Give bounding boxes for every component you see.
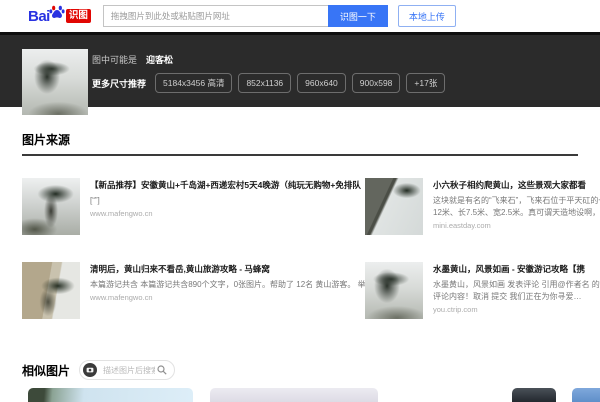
source-result: 小六秋子相约爬黄山，这些景观大家都看 这块就是有名的“飞来石”，飞来石位于平天矼… xyxy=(365,178,600,235)
size-option-button[interactable]: +17张 xyxy=(406,73,445,93)
result-title[interactable]: 【新品推荐】安徽黄山+千岛湖+西递宏村5天4晚游（纯玩无购物+免排队 xyxy=(90,180,365,191)
result-snippet: 这块就是有名的“飞来石”，飞来石位于平天矼的一 xyxy=(433,195,600,207)
size-option-button[interactable]: 5184x3456 高清 xyxy=(155,73,232,93)
result-body: 水墨黄山，风景如画 - 安徽游记攻略【携 水墨黄山，风景如画 发表评论 引用@作… xyxy=(433,262,600,319)
source-results-grid: 【新品推荐】安徽黄山+千岛湖+西递宏村5天4晚游（纯玩无购物+免排队 [“”] … xyxy=(22,178,600,319)
result-url: www.mafengwo.cn xyxy=(90,208,365,220)
result-title[interactable]: 水墨黄山，风景如画 - 安徽游记攻略【携 xyxy=(433,264,600,275)
result-url: you.ctrip.com xyxy=(433,304,600,316)
sources-divider xyxy=(22,154,578,156)
similar-search-input[interactable] xyxy=(101,365,157,376)
result-title[interactable]: 清明后，黄山归来不看岳,黄山旅游攻略 - 马蜂窝 xyxy=(90,264,365,275)
local-upload-button[interactable]: 本地上传 xyxy=(398,5,456,27)
result-title[interactable]: 小六秋子相约爬黄山，这些景观大家都看 xyxy=(433,180,600,191)
sizes-row: 更多尺寸推荐 5184x3456 高清 852x1136 960x640 900… xyxy=(92,73,451,93)
logo-bai-text: Bai xyxy=(28,8,50,25)
camera-icon[interactable] xyxy=(83,363,97,377)
guess-row: 图中可能是迎客松 xyxy=(92,53,173,66)
result-snippet: 本篇游记共含 本篇游记共含890个文字，0张图片。帮助了 12名 黄山游客。 举… xyxy=(90,279,365,291)
result-thumbnail[interactable] xyxy=(22,178,80,235)
top-header: Bai 识图 识图一下 本地上传 xyxy=(0,0,600,32)
size-option-button[interactable]: 900x598 xyxy=(352,73,401,93)
recognition-banner: 图中可能是迎客松 更多尺寸推荐 5184x3456 高清 852x1136 96… xyxy=(0,32,600,107)
result-thumbnail[interactable] xyxy=(365,178,423,235)
result-thumbnail[interactable] xyxy=(365,262,423,319)
search-submit-button[interactable]: 识图一下 xyxy=(328,5,388,27)
similar-search-box[interactable] xyxy=(79,360,175,380)
result-body: 小六秋子相约爬黄山，这些景观大家都看 这块就是有名的“飞来石”，飞来石位于平天矼… xyxy=(433,178,600,235)
result-thumbnail[interactable] xyxy=(22,262,80,319)
sources-section-title: 图片来源 xyxy=(22,131,70,148)
query-image-thumbnail[interactable] xyxy=(22,49,88,115)
guess-keyword-link[interactable]: 迎客松 xyxy=(146,55,173,65)
similar-section-header: 相似图片 xyxy=(22,360,175,380)
size-option-button[interactable]: 852x1136 xyxy=(238,73,291,93)
baidu-shitu-logo[interactable]: Bai 识图 xyxy=(28,4,91,29)
result-body: 清明后，黄山归来不看岳,黄山旅游攻略 - 马蜂窝 本篇游记共含 本篇游记共含89… xyxy=(90,262,365,319)
result-snippet: 12米、长7.5米、宽2.5米。真可谓天造地设啊，… xyxy=(433,207,600,219)
result-snippet: 水墨黄山，风景如画 发表评论 引用@作者名 的原 xyxy=(433,279,600,291)
source-result: 水墨黄山，风景如画 - 安徽游记攻略【携 水墨黄山，风景如画 发表评论 引用@作… xyxy=(365,262,600,319)
image-url-input[interactable] xyxy=(103,5,328,27)
more-sizes-label: 更多尺寸推荐 xyxy=(92,77,146,90)
baidu-paw-icon xyxy=(49,4,65,25)
source-result: 【新品推荐】安徽黄山+千岛湖+西递宏村5天4晚游（纯玩无购物+免排队 [“”] … xyxy=(22,178,365,235)
source-result: 清明后，黄山归来不看岳,黄山旅游攻略 - 马蜂窝 本篇游记共含 本篇游记共含89… xyxy=(22,262,365,319)
result-url: mini.eastday.com xyxy=(433,220,600,232)
result-body: 【新品推荐】安徽黄山+千岛湖+西递宏村5天4晚游（纯玩无购物+免排队 [“”] … xyxy=(90,178,365,235)
result-url: www.mafengwo.cn xyxy=(90,292,365,304)
guess-label: 图中可能是 xyxy=(92,55,137,65)
similar-section-title: 相似图片 xyxy=(22,362,70,379)
similar-thumbnails-row xyxy=(0,388,600,400)
result-snippet: 评论内容！取消 提交 我们正在为你寻爱… xyxy=(433,291,600,303)
size-option-button[interactable]: 960x640 xyxy=(297,73,346,93)
result-snippet: [“”] xyxy=(90,195,365,207)
logo-shitu-badge: 识图 xyxy=(66,9,91,23)
search-icon[interactable] xyxy=(157,365,167,375)
